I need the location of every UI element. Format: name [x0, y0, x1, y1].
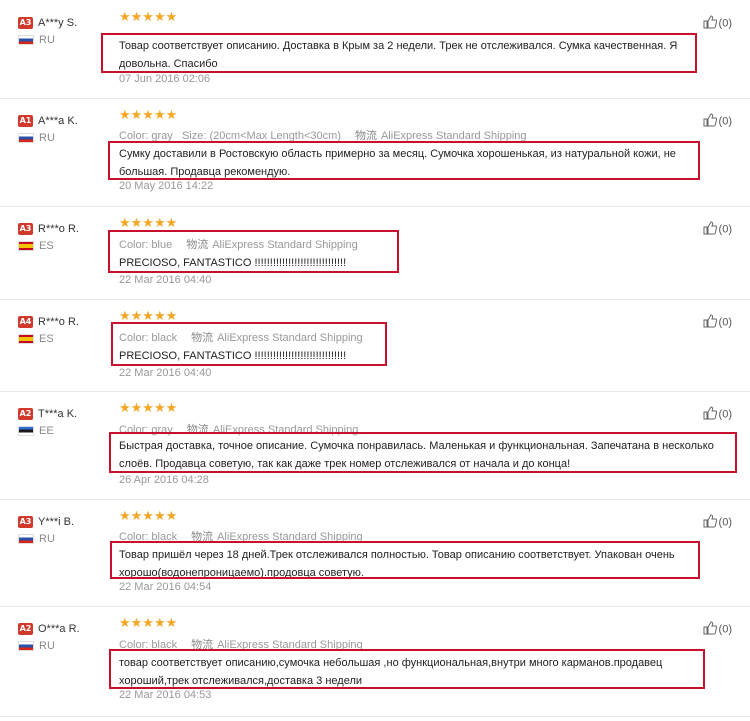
review-date: 22 Mar 2016 04:40 — [119, 274, 212, 286]
thumbs-up-icon[interactable] — [703, 621, 717, 638]
review-item: A1 A***a K. RU ★★★★★ Color: gray Size: (2… — [0, 98, 750, 207]
helpful-button[interactable]: (0) — [703, 113, 732, 130]
thumbs-up-icon[interactable] — [703, 406, 717, 423]
review-date: 26 Apr 2016 04:28 — [119, 474, 209, 486]
reviewer: A1 A***a K. — [18, 112, 78, 130]
helpful-button[interactable]: (0) — [703, 15, 732, 32]
review-date: 07 Jun 2016 02:06 — [119, 73, 211, 85]
reviewer-name[interactable]: T***a K. — [38, 408, 77, 420]
reviewer-name[interactable]: A***a K. — [38, 115, 78, 127]
reviewer-name[interactable]: O***a R. — [38, 623, 80, 635]
helpful-button[interactable]: (0) — [703, 621, 732, 638]
flag-es-icon — [18, 241, 34, 252]
reviewer: A2 O***a R. — [18, 620, 80, 638]
review-date: 20 May 2016 14:22 — [119, 180, 214, 192]
helpful-button[interactable]: (0) — [703, 314, 732, 331]
highlight-box — [111, 322, 387, 366]
reviewer-name[interactable]: Y***i B. — [38, 516, 74, 528]
reviewer-country: RU — [18, 132, 55, 144]
reviewer-country: EE — [18, 425, 54, 437]
reviewer: A3 Y***i B. — [18, 513, 74, 531]
reviewer: A3 R***o R. — [18, 220, 79, 238]
flag-ru-icon — [18, 35, 34, 46]
helpful-button[interactable]: (0) — [703, 514, 732, 531]
rating-stars: ★★★★★ — [119, 616, 178, 631]
review-date: 22 Mar 2016 04:54 — [119, 581, 212, 593]
reviewer-country: ES — [18, 240, 54, 252]
helpful-button[interactable]: (0) — [703, 406, 732, 423]
review-date: 22 Mar 2016 04:53 — [119, 689, 212, 701]
highlight-box — [108, 141, 700, 180]
flag-ru-icon — [18, 641, 34, 652]
reviewer-country: RU — [18, 640, 55, 652]
level-badge: A3 — [18, 16, 33, 29]
thumbs-up-icon[interactable] — [703, 314, 717, 331]
level-badge: A2 — [18, 407, 33, 420]
reviewer: A4 R***o R. — [18, 313, 79, 331]
highlight-box — [101, 33, 697, 73]
review-item: A3 R***o R. ES ★★★★★ Color: blue 物流 AliExpr… — [0, 206, 750, 300]
level-badge: A2 — [18, 622, 33, 635]
review-date: 22 Mar 2016 04:40 — [119, 367, 212, 379]
highlight-box — [110, 541, 700, 579]
level-badge: A1 — [18, 114, 33, 127]
flag-ee-icon — [18, 426, 34, 437]
reviewer-country: RU — [18, 533, 55, 545]
level-badge: A3 — [18, 515, 33, 528]
reviewer-name[interactable]: R***o R. — [38, 316, 79, 328]
highlight-box — [109, 649, 705, 689]
reviewer-name[interactable]: A***y S. — [38, 17, 77, 29]
review-item: A3 Y***i B. RU ★★★★★ Color: black 物流 AliExp… — [0, 499, 750, 607]
flag-es-icon — [18, 334, 34, 345]
thumbs-up-icon[interactable] — [703, 15, 717, 32]
reviewer: A2 T***a K. — [18, 405, 77, 423]
reviewer: A3 A***y S. — [18, 14, 77, 32]
review-item: A2 T***a K. EE ★★★★★ Color: gray 物流 AliExpr… — [0, 391, 750, 500]
highlight-box — [109, 432, 737, 473]
reviewer-country: ES — [18, 333, 54, 345]
rating-stars: ★★★★★ — [119, 509, 178, 524]
review-item: A2 O***a R. RU ★★★★★ Color: black 物流 AliExp… — [0, 606, 750, 717]
thumbs-up-icon[interactable] — [703, 113, 717, 130]
reviewer-country: RU — [18, 34, 55, 46]
review-item: A3 A***y S. RU ★★★★★ Товар соответствует … — [0, 0, 750, 99]
rating-stars: ★★★★★ — [119, 216, 178, 231]
review-item: A4 R***o R. ES ★★★★★ Color: black 物流 AliExp… — [0, 299, 750, 392]
thumbs-up-icon[interactable] — [703, 221, 717, 238]
thumbs-up-icon[interactable] — [703, 514, 717, 531]
helpful-button[interactable]: (0) — [703, 221, 732, 238]
level-badge: A3 — [18, 222, 33, 235]
reviewer-name[interactable]: R***o R. — [38, 223, 79, 235]
level-badge: A4 — [18, 315, 33, 328]
highlight-box — [108, 230, 399, 273]
rating-stars: ★★★★★ — [119, 108, 178, 123]
flag-ru-icon — [18, 534, 34, 545]
rating-stars: ★★★★★ — [119, 401, 178, 416]
rating-stars: ★★★★★ — [119, 10, 178, 25]
flag-ru-icon — [18, 133, 34, 144]
